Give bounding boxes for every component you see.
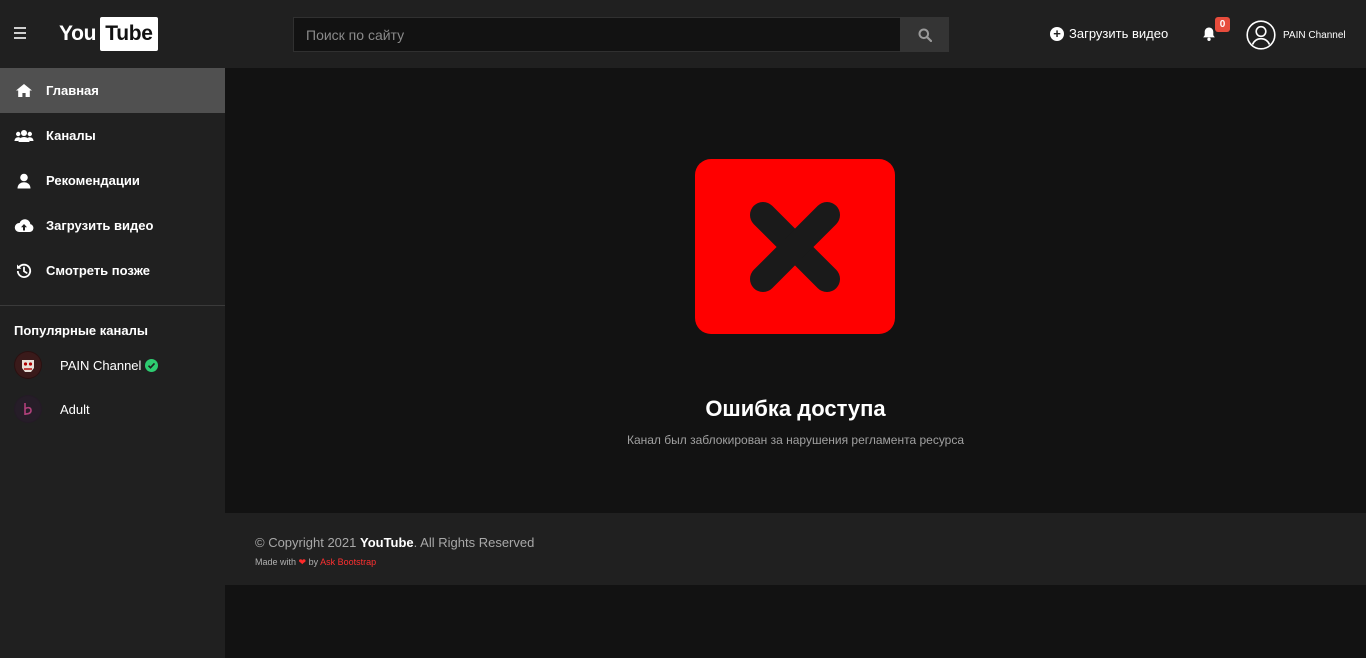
plus-circle-icon: +	[1050, 26, 1064, 41]
error-title: Ошибка доступа	[705, 396, 886, 421]
top-navbar: You Tube + Загрузить видео 0 PAIN Channe…	[0, 0, 1366, 68]
author-link[interactable]: Ask Bootstrap	[320, 557, 376, 567]
made-with-label: Made with	[255, 557, 297, 567]
youtube-logo[interactable]: You Tube	[59, 17, 158, 51]
sidebar-item-home[interactable]: Главная	[0, 68, 225, 113]
sidebar-item-upload[interactable]: Загрузить видео	[0, 203, 225, 248]
upload-video-label: Загрузить видео	[1069, 26, 1169, 41]
by-label: by	[308, 557, 319, 567]
close-x-icon	[750, 201, 840, 292]
copyright-prefix: © Copyright 2021	[255, 535, 357, 550]
sidebar-item-label: Главная	[46, 83, 99, 98]
sidebar-item-watch-later[interactable]: Смотреть позже	[0, 248, 225, 293]
search-input[interactable]	[293, 17, 900, 52]
channel-name: PAIN Channel	[60, 357, 142, 373]
heart-icon: ❤	[298, 557, 307, 567]
sidebar: Главная Каналы Рекомендации Загрузить ви…	[0, 68, 225, 658]
channel-name: Adult	[60, 401, 90, 417]
logo-tube-text: Tube	[100, 17, 158, 51]
search-icon	[918, 28, 932, 42]
error-subtitle: Канал был заблокирован за нарушения регл…	[626, 433, 965, 447]
sidebar-item-label: Загрузить видео	[46, 218, 154, 233]
user-icon	[14, 173, 34, 189]
upload-video-link[interactable]: + Загрузить видео	[1050, 26, 1168, 41]
footer-brand[interactable]: YouTube	[360, 535, 414, 550]
footer: © Copyright 2021 YouTube. All Rights Res…	[225, 513, 1366, 585]
made-with-text: Made with ❤ by Ask Bootstrap	[255, 557, 376, 568]
search-button[interactable]	[900, 17, 949, 52]
channel-avatar	[14, 351, 42, 379]
cloud-upload-icon	[14, 218, 34, 234]
sidebar-item-channels[interactable]: Каналы	[0, 113, 225, 158]
channel-item-pain[interactable]: PAIN Channel	[0, 343, 225, 387]
sidebar-item-recommendations[interactable]: Рекомендации	[0, 158, 225, 203]
logo-you-text: You	[59, 22, 97, 45]
user-menu[interactable]: PAIN Channel	[1246, 20, 1346, 50]
main-content: Ошибка доступа Канал был заблокирован за…	[225, 68, 1366, 658]
copyright-text: © Copyright 2021 YouTube. All Rights Res…	[255, 535, 534, 550]
channel-item-adult[interactable]: Adult	[0, 387, 225, 431]
user-avatar-icon	[1246, 20, 1276, 50]
notification-badge: 0	[1215, 17, 1230, 32]
hamburger-menu-icon[interactable]	[14, 25, 30, 43]
popular-channels-title: Популярные каналы	[14, 323, 148, 338]
error-card	[695, 159, 895, 334]
sidebar-item-label: Смотреть позже	[46, 263, 150, 278]
home-icon	[14, 83, 34, 99]
channel-avatar	[14, 395, 42, 423]
users-icon	[14, 128, 34, 144]
user-name: PAIN Channel	[1283, 29, 1346, 41]
search-bar	[293, 17, 949, 52]
copyright-suffix: . All Rights Reserved	[413, 535, 535, 550]
sidebar-item-label: Рекомендации	[46, 173, 140, 188]
sidebar-item-label: Каналы	[46, 128, 96, 143]
verified-check-icon	[145, 358, 159, 372]
history-icon	[14, 263, 34, 279]
